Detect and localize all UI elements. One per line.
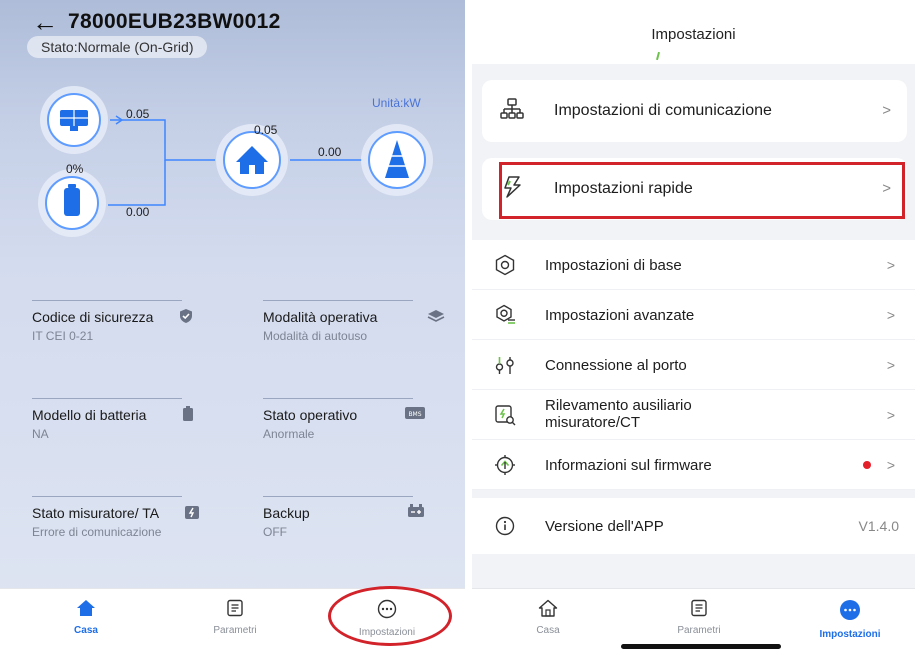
bms-icon: BMS xyxy=(405,407,425,419)
tab-parametri[interactable]: Parametri xyxy=(639,599,759,636)
param-operating-mode: Modalità operativa Modalità di autouso xyxy=(263,300,449,343)
highlight-ellipse xyxy=(328,586,452,646)
tab-casa[interactable]: Casa xyxy=(488,599,608,636)
settings-panel: Impostazioni Impostazioni di comunicazio… xyxy=(472,0,915,653)
document-icon xyxy=(691,599,707,617)
layers-icon xyxy=(427,310,445,322)
card-communication-settings[interactable]: Impostazioni di comunicazione > xyxy=(482,80,907,142)
gear-icon xyxy=(495,254,515,276)
back-arrow-icon[interactable]: ← xyxy=(32,9,58,35)
list-item-basic-settings[interactable]: Impostazioni di base > xyxy=(472,240,915,290)
chevron-right-icon: > xyxy=(886,407,895,423)
document-icon xyxy=(227,599,243,617)
more-icon xyxy=(840,600,860,620)
param-battery-model: Modello di batteria NA xyxy=(32,398,218,441)
network-icon xyxy=(500,98,524,119)
solar-panel-icon xyxy=(40,86,108,154)
pv-power-value: 0.05 xyxy=(126,107,150,121)
info-icon xyxy=(495,516,515,536)
battery-soc-value: 0% xyxy=(66,162,84,176)
device-overview-panel: ← 78000EUB23BW0012 Stato:Normale (On-Gri… xyxy=(0,0,465,653)
settings-header: Impostazioni xyxy=(472,0,915,64)
chevron-right-icon: > xyxy=(886,307,895,323)
firmware-icon xyxy=(495,455,515,475)
tab-parametri[interactable]: Parametri xyxy=(175,599,295,636)
list-item-advanced-settings[interactable]: Impostazioni avanzate > xyxy=(472,290,915,340)
svg-text:BMS: BMS xyxy=(408,411,421,418)
battery-flow-line xyxy=(108,160,166,206)
battery-node-icon xyxy=(38,169,106,237)
battery-power-value: 0.00 xyxy=(126,205,150,219)
status-badge: Stato:Normale (On-Grid) xyxy=(27,36,208,58)
meter-detect-icon xyxy=(495,405,516,426)
list-item-firmware-info[interactable]: Informazioni sul firmware > xyxy=(472,440,915,490)
home-icon xyxy=(77,600,95,616)
list-item-meter-detection[interactable]: Rilevamento ausiliario misuratore/CT > xyxy=(472,390,915,440)
meter-icon xyxy=(185,506,199,519)
home-icon xyxy=(538,599,558,617)
chevron-right-icon: > xyxy=(886,257,895,273)
grid-tower-icon xyxy=(361,124,433,196)
param-meter-status: Stato misuratore/ TA Errore di comunicaz… xyxy=(32,496,218,539)
advanced-gear-icon xyxy=(496,304,515,324)
app-version-row: Versione dell'APP V1.4.0 xyxy=(472,498,915,554)
param-operating-state: Stato operativo Anormale BMS xyxy=(263,398,449,441)
pv-flow-line xyxy=(110,119,215,161)
settings-list: Impostazioni di base > Impostazioni avan… xyxy=(472,240,915,490)
tab-casa[interactable]: Casa xyxy=(26,599,146,636)
app-version-value: V1.4.0 xyxy=(858,518,899,534)
device-id: 78000EUB23BW0012 xyxy=(68,10,281,33)
param-security-code: Codice di sicurezza IT CEI 0-21 xyxy=(32,300,218,343)
home-power-value: 0.05 xyxy=(254,123,278,137)
notification-dot xyxy=(863,461,871,469)
highlight-rectangle xyxy=(499,162,905,219)
loading-indicator xyxy=(655,51,661,61)
page-title: Impostazioni xyxy=(651,26,736,43)
shield-icon xyxy=(180,309,192,323)
chevron-right-icon: > xyxy=(882,102,891,119)
tab-impostazioni[interactable]: Impostazioni xyxy=(790,599,910,640)
grid-power-value: 0.00 xyxy=(318,145,342,159)
chevron-right-icon: > xyxy=(886,357,895,373)
header-row: ← 78000EUB23BW0012 xyxy=(32,9,281,35)
chevron-right-icon: > xyxy=(886,457,895,473)
port-icon xyxy=(495,357,514,374)
list-item-port-connection[interactable]: Connessione al porto > xyxy=(472,340,915,390)
battery-icon xyxy=(183,406,193,421)
backup-battery-icon xyxy=(408,504,424,517)
home-indicator xyxy=(621,644,781,649)
param-backup: Backup OFF xyxy=(263,496,449,539)
